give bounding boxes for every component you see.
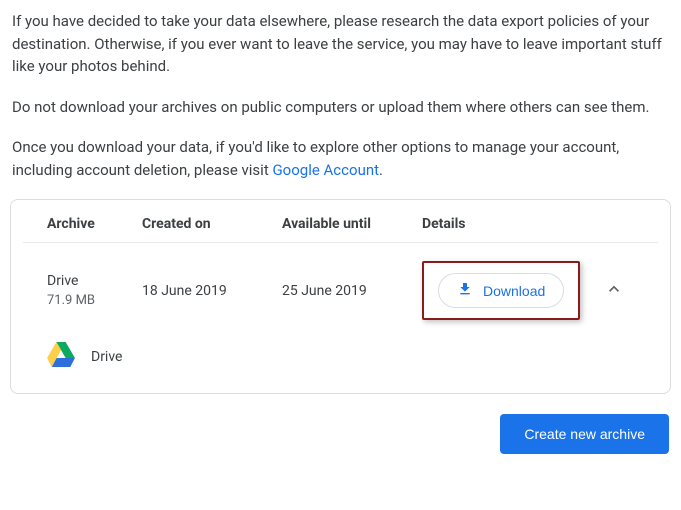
header-details: Details [422,216,594,232]
archive-available: 25 June 2019 [282,283,422,299]
google-account-link[interactable]: Google Account [272,161,379,179]
archive-created: 18 June 2019 [142,283,282,299]
archive-name: Drive [47,273,142,289]
product-row: Drive [23,338,658,393]
drive-icon [47,342,75,371]
download-label: Download [483,283,545,299]
download-highlight: Download [422,261,580,320]
archives-table-header: Archive Created on Available until Detai… [23,200,658,243]
table-row: Drive 71.9 MB 18 June 2019 25 June 2019 … [23,243,658,338]
header-archive: Archive [47,216,142,232]
archive-size: 71.9 MB [47,293,142,308]
download-icon [457,281,473,300]
download-button[interactable]: Download [438,273,564,308]
product-name: Drive [91,349,122,365]
info-paragraph-1: If you have decided to take your data el… [12,10,669,78]
header-available: Available until [282,216,422,232]
collapse-button[interactable] [594,279,634,303]
info-paragraph-3: Once you download your data, if you'd li… [12,136,669,181]
info-paragraph-2: Do not download your archives on public … [12,96,669,119]
info-paragraph-3-post: . [379,161,383,179]
chevron-up-icon [604,279,624,303]
create-new-archive-button[interactable]: Create new archive [500,414,669,454]
archives-card: Archive Created on Available until Detai… [10,199,671,394]
header-created: Created on [142,216,282,232]
